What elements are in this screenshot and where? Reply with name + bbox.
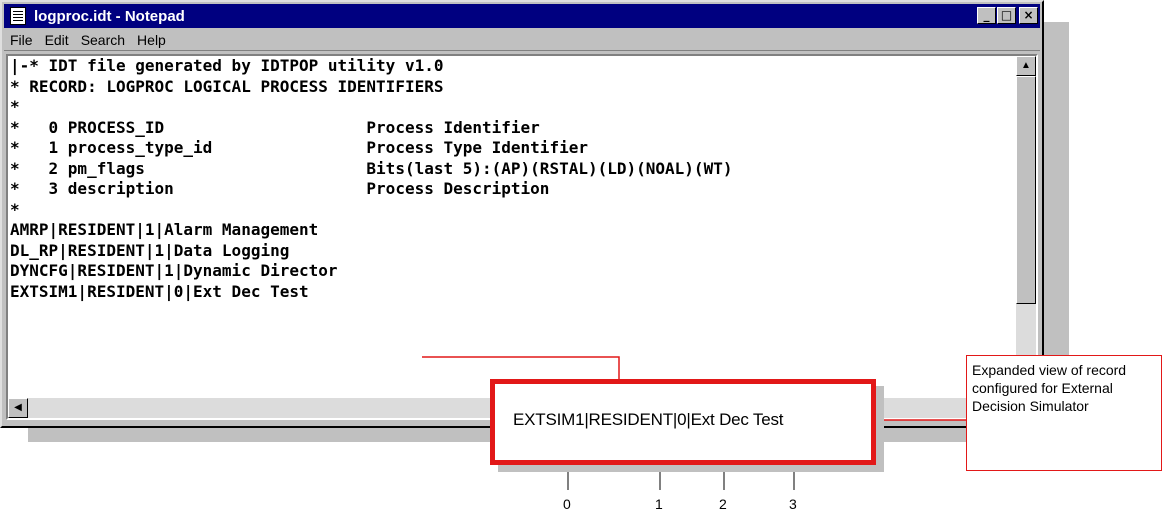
expanded-record-text: EXTSIM1|RESIDENT|0|Ext Dec Test xyxy=(513,410,784,429)
field-number-1: 1 xyxy=(655,496,663,512)
field-number-2: 2 xyxy=(719,496,727,512)
field-number-3: 3 xyxy=(789,496,797,512)
expanded-record-callout: EXTSIM1|RESIDENT|0|Ext Dec Test xyxy=(490,379,876,465)
callout-note: Expanded view of record configured for E… xyxy=(966,355,1162,471)
field-number-0: 0 xyxy=(563,496,571,512)
